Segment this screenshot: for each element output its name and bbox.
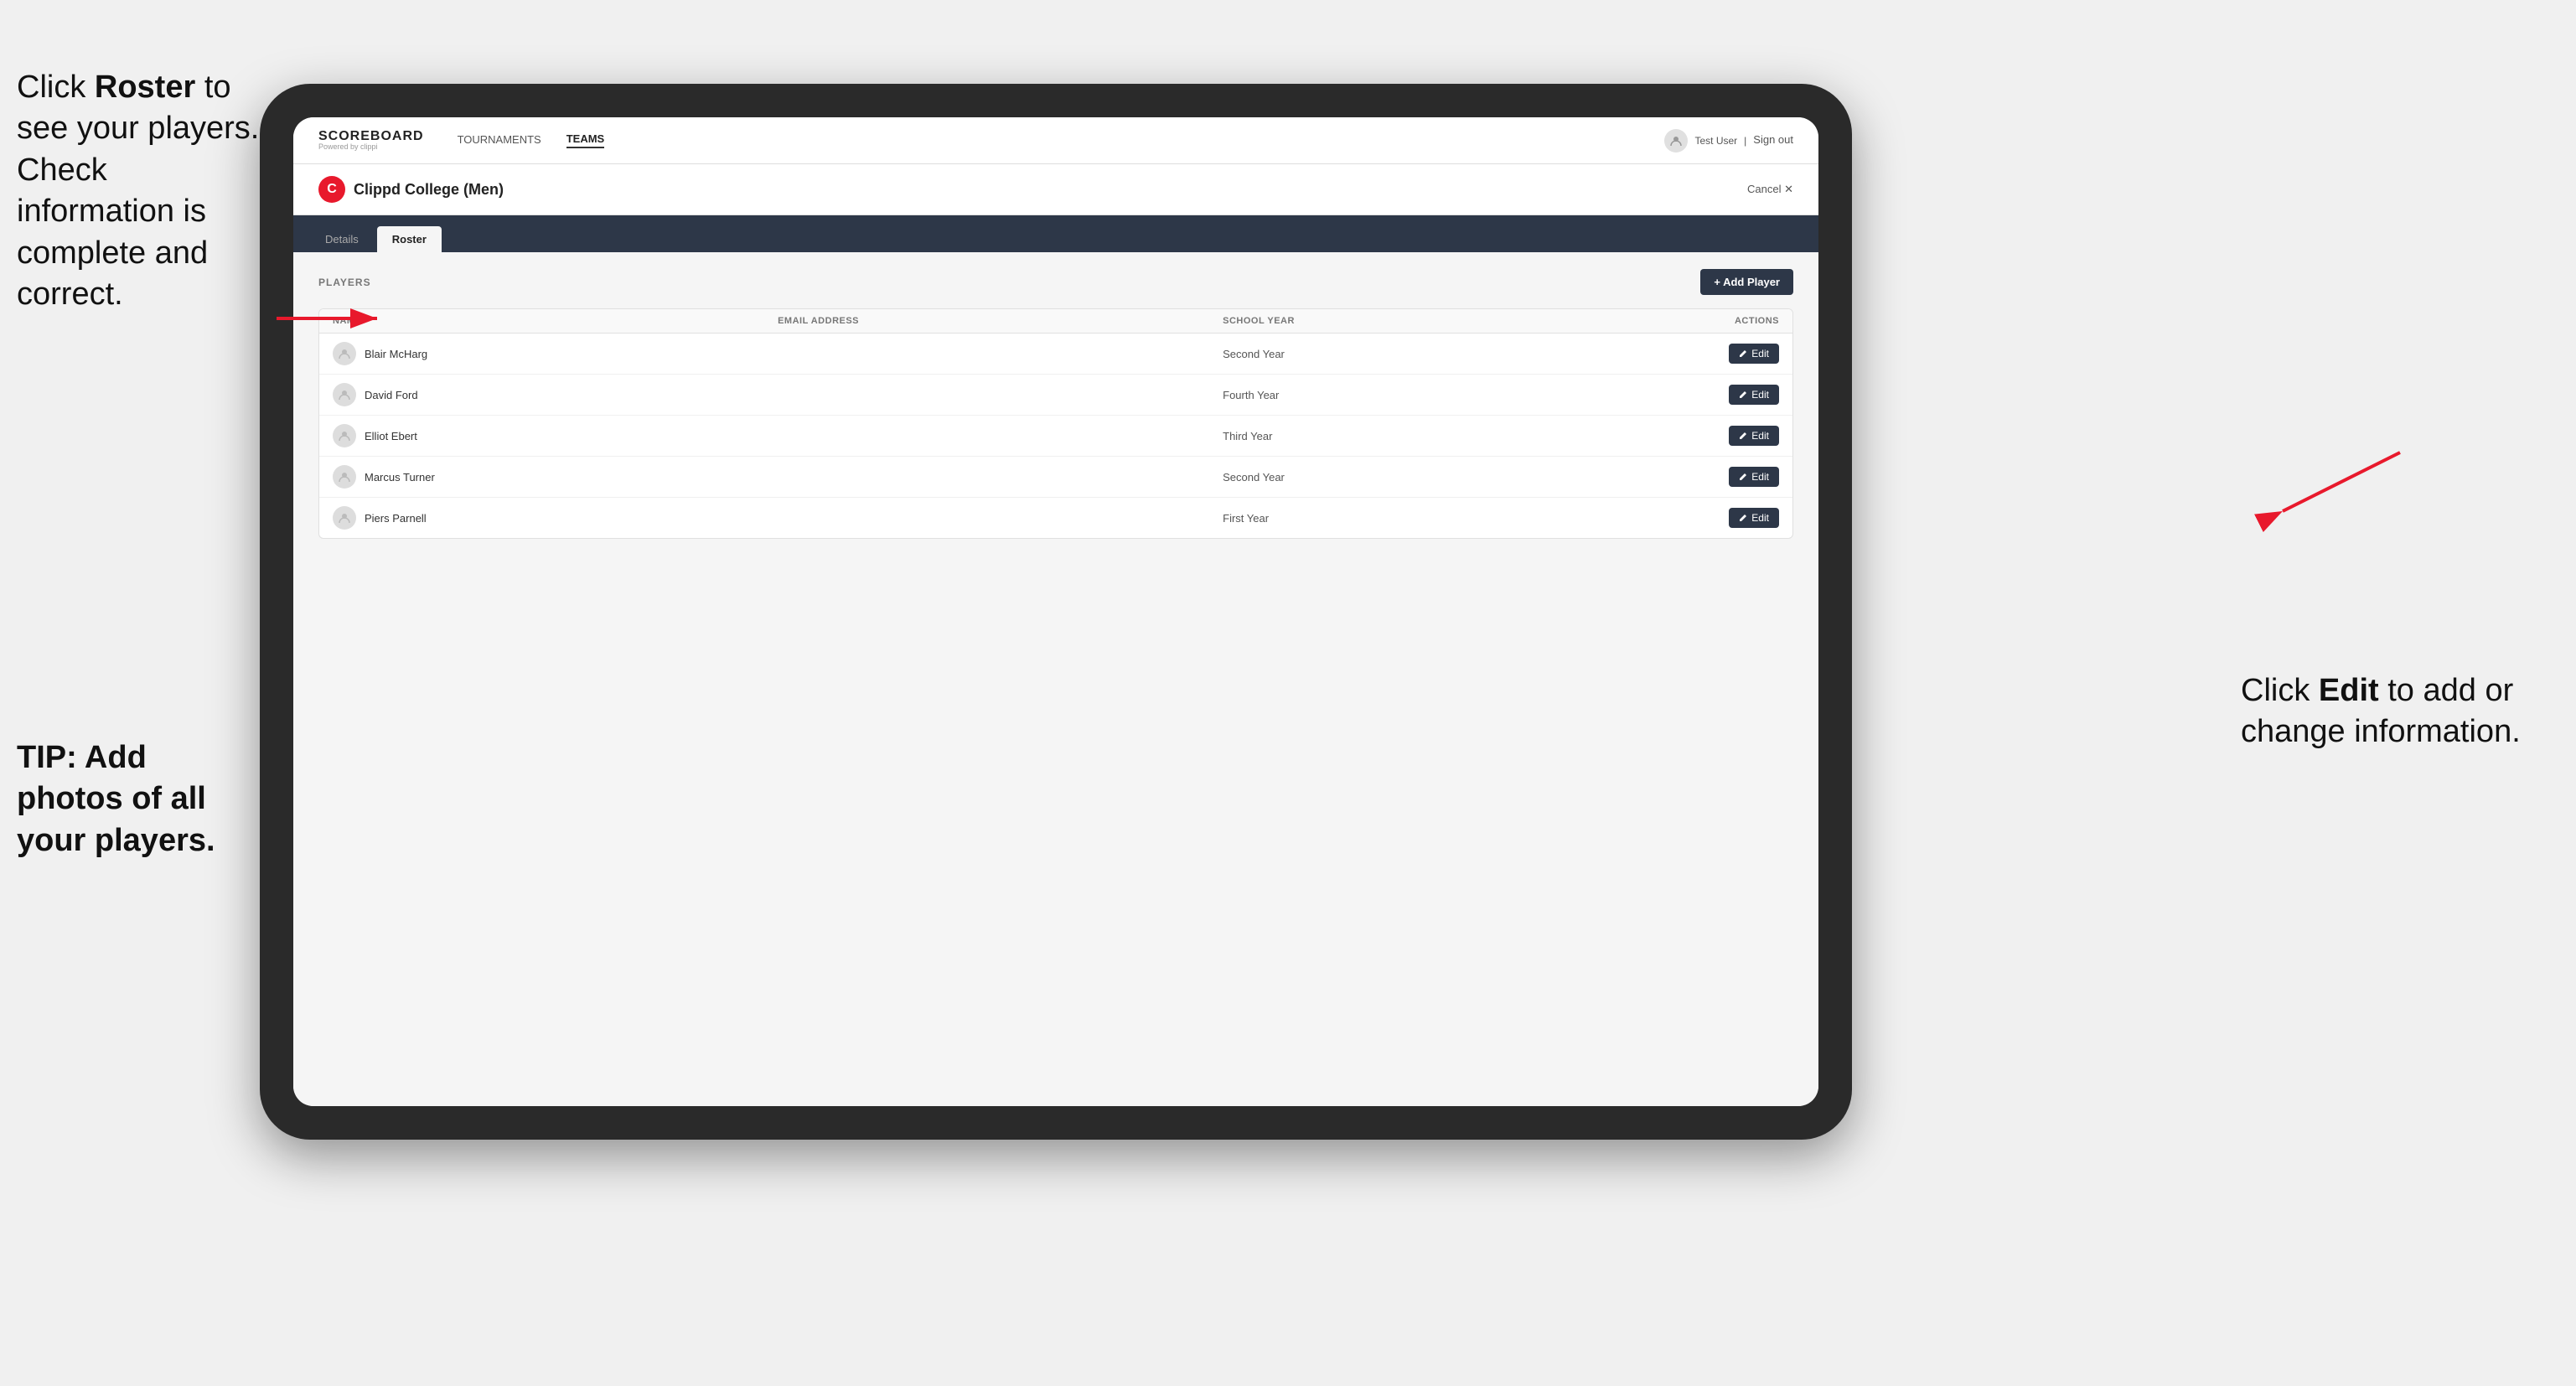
nav-separator: | xyxy=(1744,135,1746,147)
player-name: Blair McHarg xyxy=(365,348,427,360)
edit-button-2[interactable]: Edit xyxy=(1729,426,1779,446)
table-row: Blair McHarg Second Year Edit xyxy=(319,334,1792,375)
nav-bar: SCOREBOARD Powered by clippi TOURNAMENTS… xyxy=(293,117,1818,164)
team-header: C Clippd College (Men) Cancel ✕ xyxy=(293,164,1818,215)
tab-roster-label: Roster xyxy=(392,233,427,246)
edit-button-3[interactable]: Edit xyxy=(1729,467,1779,487)
col-header-email: EMAIL ADDRESS xyxy=(778,316,1223,326)
player-avatar xyxy=(333,383,356,406)
col-header-name: NAME xyxy=(333,316,778,326)
school-year: Third Year xyxy=(1223,430,1556,442)
col-header-actions: ACTIONS xyxy=(1556,316,1779,326)
players-table: NAME EMAIL ADDRESS SCHOOL YEAR ACTIONS xyxy=(318,308,1793,539)
player-name-cell: Marcus Turner xyxy=(333,465,778,489)
table-row: Marcus Turner Second Year Edit xyxy=(319,457,1792,498)
nav-links: TOURNAMENTS TEAMS xyxy=(458,132,605,148)
tablet-device: SCOREBOARD Powered by clippi TOURNAMENTS… xyxy=(260,84,1852,1140)
player-name-cell: Elliot Ebert xyxy=(333,424,778,447)
right-instruction-text: Click Edit to add or change information. xyxy=(2241,670,2559,753)
player-name-cell: Piers Parnell xyxy=(333,506,778,530)
edit-button-4[interactable]: Edit xyxy=(1729,508,1779,528)
tablet-screen: SCOREBOARD Powered by clippi TOURNAMENTS… xyxy=(293,117,1818,1106)
player-avatar xyxy=(333,506,356,530)
nav-right: Test User | Sign out xyxy=(1664,129,1793,153)
user-avatar-icon xyxy=(1664,129,1688,153)
add-player-button[interactable]: + Add Player xyxy=(1700,269,1793,295)
table-row: Piers Parnell First Year Edit xyxy=(319,498,1792,538)
players-header: PLAYERS + Add Player xyxy=(318,269,1793,295)
player-avatar xyxy=(333,342,356,365)
edit-bold: Edit xyxy=(2319,673,2379,708)
school-year: First Year xyxy=(1223,512,1556,525)
school-year: Fourth Year xyxy=(1223,389,1556,401)
table-row: Elliot Ebert Third Year Edit xyxy=(319,416,1792,457)
cancel-button[interactable]: Cancel ✕ xyxy=(1747,183,1793,196)
player-avatar xyxy=(333,424,356,447)
left-instruction-text: Click Roster to see your players. Check … xyxy=(17,67,260,315)
nav-left: SCOREBOARD Powered by clippi TOURNAMENTS… xyxy=(318,130,604,151)
player-name: Elliot Ebert xyxy=(365,430,417,442)
edit-button-0[interactable]: Edit xyxy=(1729,344,1779,364)
tab-details-label: Details xyxy=(325,233,359,246)
user-name: Test User xyxy=(1694,135,1737,147)
players-section-label: PLAYERS xyxy=(318,277,371,288)
table-row: David Ford Fourth Year Edit xyxy=(319,375,1792,416)
team-logo-icon: C xyxy=(318,176,345,203)
tabs-bar: Details Roster xyxy=(293,215,1818,252)
player-name: Piers Parnell xyxy=(365,512,427,525)
school-year: Second Year xyxy=(1223,471,1556,484)
add-player-label: + Add Player xyxy=(1714,276,1780,288)
actions-cell: Edit xyxy=(1556,508,1779,528)
actions-cell: Edit xyxy=(1556,426,1779,446)
logo-sub: Powered by clippi xyxy=(318,143,424,151)
nav-teams[interactable]: TEAMS xyxy=(566,132,605,148)
actions-cell: Edit xyxy=(1556,385,1779,405)
actions-cell: Edit xyxy=(1556,467,1779,487)
edit-button-1[interactable]: Edit xyxy=(1729,385,1779,405)
player-avatar xyxy=(333,465,356,489)
nav-tournaments[interactable]: TOURNAMENTS xyxy=(458,133,541,147)
tab-details[interactable]: Details xyxy=(310,226,374,252)
player-name: Marcus Turner xyxy=(365,471,435,484)
content-area: PLAYERS + Add Player NAME EMAIL ADDRESS … xyxy=(293,252,1818,1106)
tab-roster[interactable]: Roster xyxy=(377,226,442,252)
actions-cell: Edit xyxy=(1556,344,1779,364)
team-name: Clippd College (Men) xyxy=(354,181,504,199)
logo-text: SCOREBOARD xyxy=(318,130,424,143)
tip-text: TIP: Add photos of all your players. xyxy=(17,737,260,861)
roster-bold: Roster xyxy=(95,70,195,105)
edit-arrow-annotation xyxy=(2232,436,2417,536)
table-header: NAME EMAIL ADDRESS SCHOOL YEAR ACTIONS xyxy=(319,309,1792,334)
player-name-cell: David Ford xyxy=(333,383,778,406)
player-name-cell: Blair McHarg xyxy=(333,342,778,365)
logo-area: SCOREBOARD Powered by clippi xyxy=(318,130,424,151)
col-header-year: SCHOOL YEAR xyxy=(1223,316,1556,326)
school-year: Second Year xyxy=(1223,348,1556,360)
team-title-area: C Clippd College (Men) xyxy=(318,176,504,203)
sign-out-link[interactable]: Sign out xyxy=(1753,133,1793,147)
player-name: David Ford xyxy=(365,389,418,401)
